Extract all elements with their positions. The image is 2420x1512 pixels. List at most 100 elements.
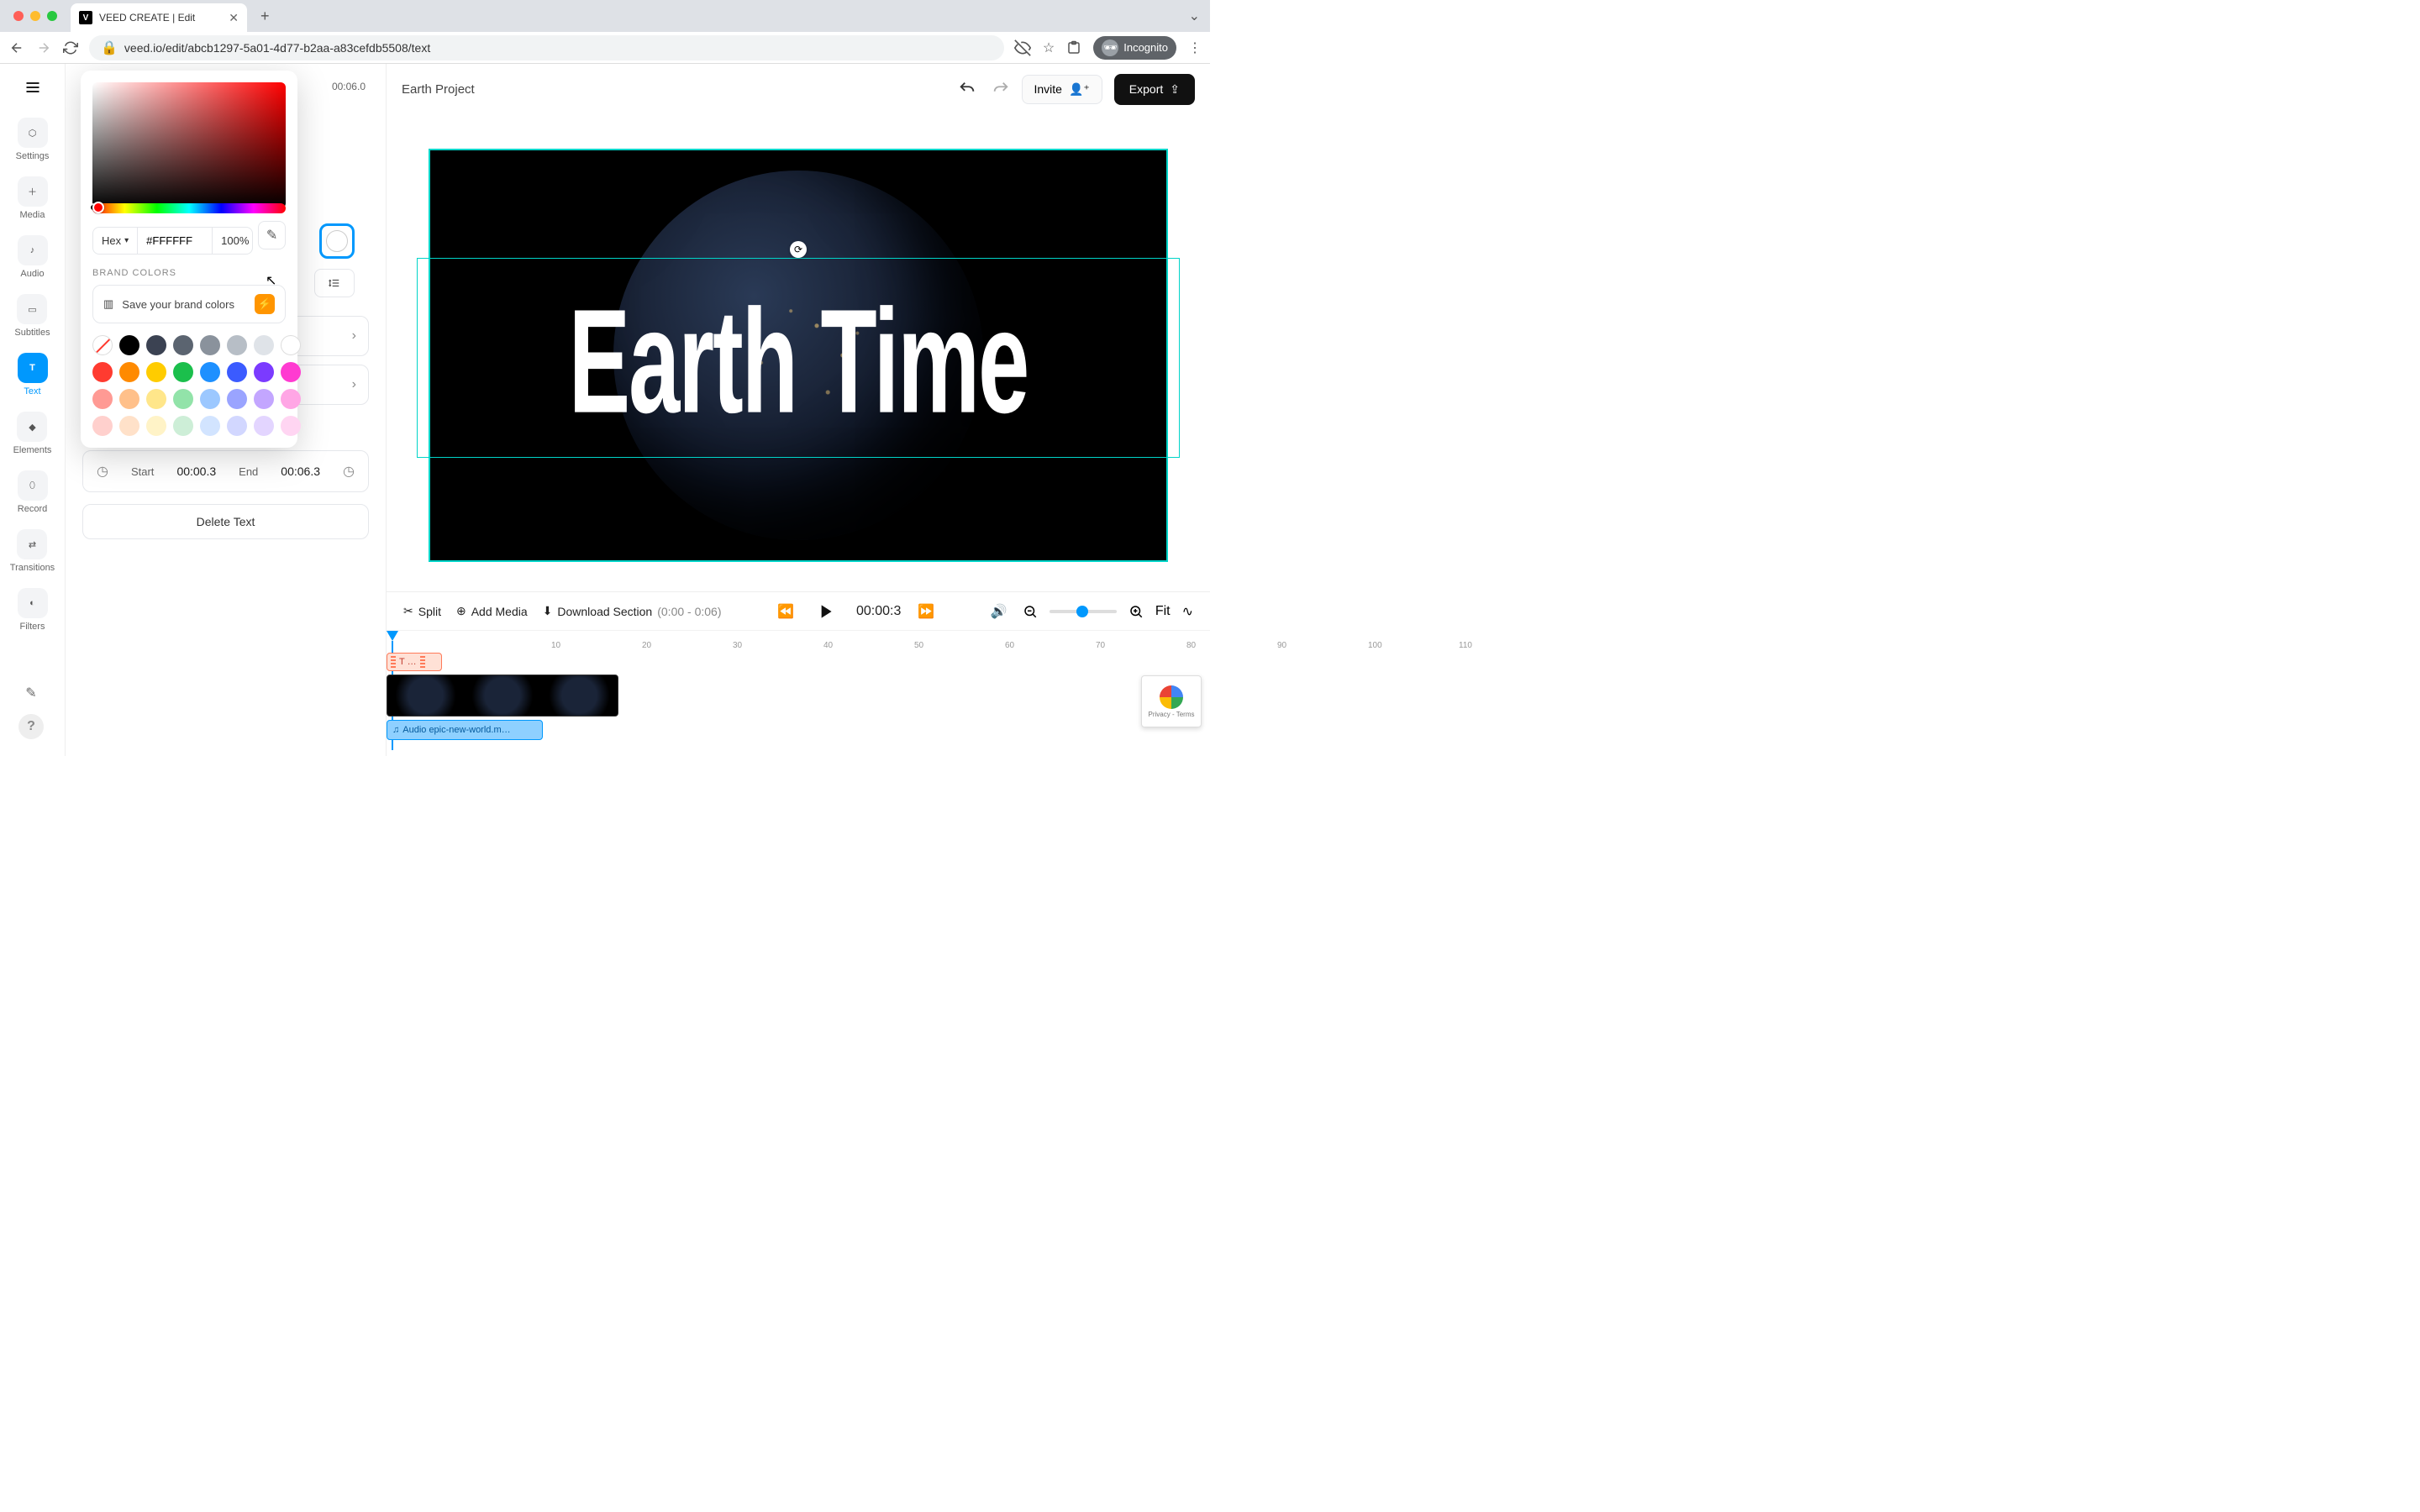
- save-brand-colors[interactable]: ▥ Save your brand colors ⚡: [92, 285, 286, 323]
- hue-handle[interactable]: [92, 202, 104, 213]
- close-tab-icon[interactable]: ✕: [229, 11, 239, 25]
- waveform-icon[interactable]: ∿: [1182, 603, 1193, 620]
- ruler-tick: 40: [823, 641, 833, 650]
- rail-filters[interactable]: ◐Filters: [18, 588, 48, 632]
- color-swatch[interactable]: [281, 416, 301, 436]
- hex-input[interactable]: [146, 234, 203, 247]
- color-swatch[interactable]: [254, 389, 274, 409]
- color-swatch[interactable]: [227, 416, 247, 436]
- color-swatch[interactable]: [92, 335, 113, 355]
- eyedropper-button[interactable]: ✎: [258, 221, 286, 249]
- rail-record[interactable]: ⬯Record: [18, 470, 48, 514]
- fast-forward-button[interactable]: ⏩: [918, 603, 934, 620]
- color-swatch[interactable]: [146, 416, 166, 436]
- color-swatch[interactable]: [92, 416, 113, 436]
- color-swatch[interactable]: [119, 389, 139, 409]
- color-swatch[interactable]: [281, 389, 301, 409]
- color-swatch[interactable]: [227, 389, 247, 409]
- color-swatch[interactable]: [146, 335, 166, 355]
- color-swatch[interactable]: [227, 362, 247, 382]
- incognito-eye-icon[interactable]: [1014, 39, 1031, 56]
- tabs-menu-icon[interactable]: ⌄: [1189, 8, 1210, 24]
- color-swatch[interactable]: [254, 416, 274, 436]
- rail-elements[interactable]: ◆Elements: [13, 412, 52, 455]
- volume-button[interactable]: 🔊: [991, 603, 1007, 620]
- color-swatch[interactable]: [146, 362, 166, 382]
- color-swatch[interactable]: [119, 335, 139, 355]
- timeline[interactable]: 102030405060708090100110 T … ♫Audio epic…: [387, 630, 1210, 756]
- end-value[interactable]: 00:06.3: [281, 465, 320, 478]
- back-button[interactable]: [8, 40, 25, 55]
- hue-slider[interactable]: [92, 203, 286, 213]
- saturation-box[interactable]: [92, 82, 286, 208]
- kebab-menu-icon[interactable]: ⋮: [1188, 39, 1202, 56]
- bookmark-star-icon[interactable]: ☆: [1043, 39, 1055, 56]
- window-traffic-lights[interactable]: [7, 11, 64, 21]
- rail-transitions[interactable]: ⇄Transitions: [10, 529, 55, 573]
- color-swatch[interactable]: [173, 335, 193, 355]
- color-swatch[interactable]: [146, 389, 166, 409]
- zoom-out-button[interactable]: [1023, 604, 1038, 619]
- rail-settings[interactable]: ⬡Settings: [16, 118, 50, 161]
- rail-audio[interactable]: ♪Audio: [18, 235, 48, 279]
- undo-button[interactable]: [958, 80, 976, 98]
- color-swatch[interactable]: [92, 389, 113, 409]
- recaptcha-badge[interactable]: Privacy - Terms: [1141, 675, 1202, 727]
- color-swatch[interactable]: [119, 416, 139, 436]
- help-button[interactable]: ?: [18, 714, 44, 739]
- zoom-in-button[interactable]: [1128, 604, 1144, 619]
- rail-subtitles[interactable]: ▭Subtitles: [14, 294, 50, 338]
- menu-button[interactable]: [18, 72, 48, 102]
- rotate-handle[interactable]: ⟳: [790, 241, 807, 258]
- project-title[interactable]: Earth Project: [402, 82, 475, 97]
- add-media-button[interactable]: ⊕Add Media: [456, 604, 528, 618]
- rail-media[interactable]: ＋Media: [18, 176, 48, 220]
- color-swatch[interactable]: [173, 362, 193, 382]
- browser-tab[interactable]: V VEED CREATE | Edit ✕: [71, 3, 247, 32]
- export-button[interactable]: Export⇪: [1114, 74, 1195, 105]
- delete-text-button[interactable]: Delete Text: [82, 504, 369, 539]
- line-height-button[interactable]: [314, 269, 355, 297]
- play-button[interactable]: [811, 597, 839, 626]
- redo-button[interactable]: [992, 80, 1010, 98]
- color-swatch[interactable]: [200, 362, 220, 382]
- incognito-badge[interactable]: 🕶 Incognito: [1093, 36, 1176, 60]
- address-bar[interactable]: 🔒 veed.io/edit/abcb1297-5a01-4d77-b2aa-a…: [89, 35, 1004, 60]
- draw-tool-button[interactable]: ✎: [18, 680, 44, 706]
- text-clip[interactable]: T …: [387, 653, 442, 671]
- canvas[interactable]: ⟳ Earth Time: [429, 149, 1168, 562]
- extensions-icon[interactable]: [1066, 40, 1081, 55]
- zoom-thumb[interactable]: [1076, 606, 1088, 617]
- color-swatch[interactable]: [200, 389, 220, 409]
- split-button[interactable]: ✂Split: [403, 604, 441, 618]
- audio-clip[interactable]: ♫Audio epic-new-world.m…: [387, 720, 543, 740]
- rewind-button[interactable]: ⏪: [777, 603, 794, 620]
- color-mode-select[interactable]: Hex ▾: [93, 228, 138, 254]
- rail-text[interactable]: TText: [18, 353, 48, 396]
- color-swatch[interactable]: [254, 362, 274, 382]
- color-swatch[interactable]: [281, 362, 301, 382]
- color-swatch[interactable]: [200, 416, 220, 436]
- color-swatch[interactable]: [200, 335, 220, 355]
- current-color-chip[interactable]: [319, 223, 355, 259]
- color-swatch[interactable]: [281, 335, 301, 355]
- canvas-text[interactable]: Earth Time: [430, 276, 1166, 447]
- playback-time: 00:00:3: [856, 604, 901, 619]
- reload-button[interactable]: [62, 40, 79, 55]
- new-tab-button[interactable]: +: [254, 8, 276, 25]
- video-clip[interactable]: [387, 675, 618, 717]
- color-swatch[interactable]: [119, 362, 139, 382]
- download-section-button[interactable]: ⬇Download Section (0:00 - 0:06): [543, 604, 722, 618]
- zoom-slider[interactable]: [1050, 610, 1117, 613]
- start-value[interactable]: 00:00.3: [176, 465, 216, 478]
- color-swatch[interactable]: [254, 335, 274, 355]
- fit-button[interactable]: Fit: [1155, 604, 1171, 619]
- color-swatch[interactable]: [173, 416, 193, 436]
- color-swatch[interactable]: [173, 389, 193, 409]
- color-swatch[interactable]: [92, 362, 113, 382]
- timeline-ruler[interactable]: 102030405060708090100110: [467, 636, 1197, 654]
- invite-button[interactable]: Invite👤⁺: [1022, 75, 1102, 104]
- upgrade-bolt-icon[interactable]: ⚡: [255, 294, 275, 314]
- opacity-input[interactable]: 100%: [213, 228, 253, 254]
- color-swatch[interactable]: [227, 335, 247, 355]
